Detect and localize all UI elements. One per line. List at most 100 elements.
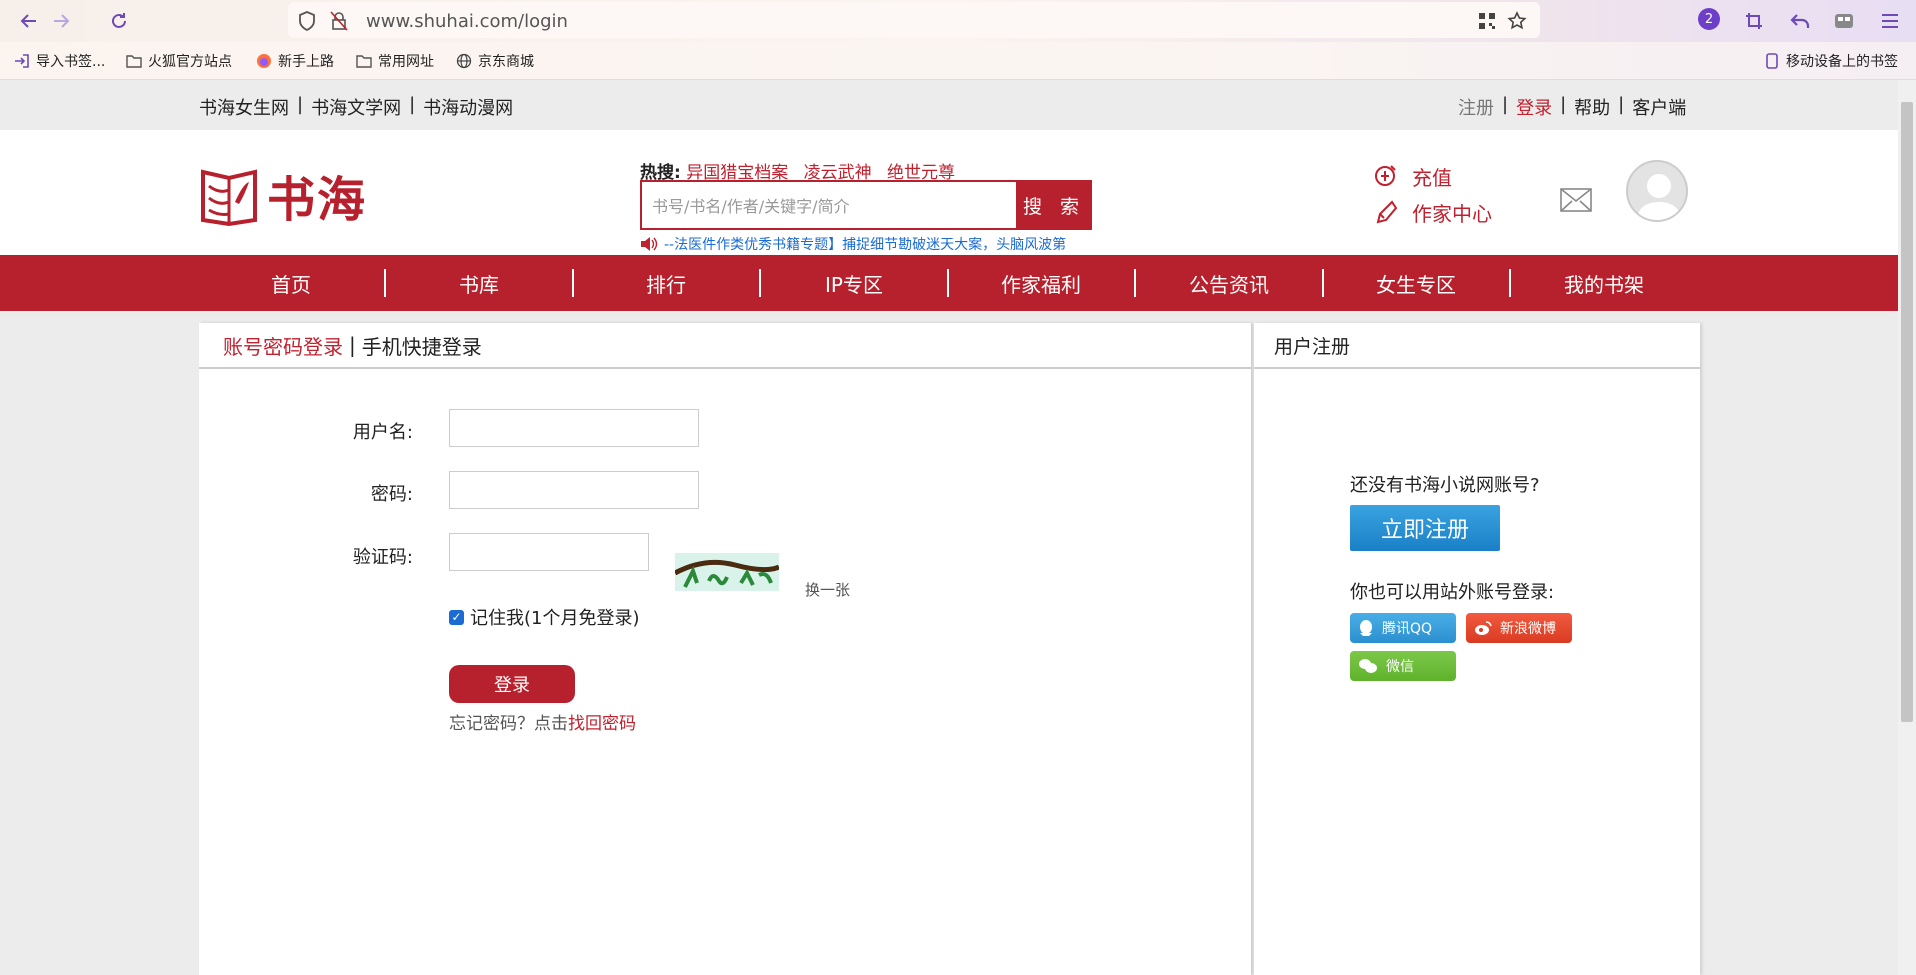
- username-input[interactable]: [449, 409, 699, 447]
- captcha-input[interactable]: [449, 533, 649, 571]
- separator: |: [297, 94, 304, 115]
- extension-badge[interactable]: 2: [1698, 8, 1720, 30]
- remember-me-checkbox[interactable]: ✓: [449, 609, 464, 625]
- register-panel: 用户注册 还没有书海小说网账号? 立即注册 你也可以用站外账号登录: 腾讯QQ …: [1254, 323, 1700, 975]
- tab-password-login[interactable]: 账号密码登录: [223, 331, 343, 360]
- password-input[interactable]: [449, 471, 699, 509]
- username-label: 用户名:: [352, 422, 413, 443]
- tab-separator: |: [349, 333, 356, 357]
- back-icon[interactable]: [14, 6, 44, 36]
- insecure-lock-icon[interactable]: [328, 10, 350, 32]
- avatar[interactable]: [1626, 160, 1688, 222]
- nav-female-zone[interactable]: 女生专区: [1322, 255, 1510, 311]
- site-logo[interactable]: 书海: [199, 160, 367, 230]
- mobile-bookmarks[interactable]: 移动设备上的书签: [1764, 50, 1898, 72]
- nav-library[interactable]: 书库: [385, 255, 573, 311]
- sister-site-links: 书海女生网 | 书海文学网 | 书海动漫网: [199, 94, 513, 120]
- login-panel: 账号密码登录 | 手机快捷登录 用户名: 密码: 验证码: 换一张 ✓ 记住我(…: [199, 323, 1251, 975]
- bookmark-common-sites[interactable]: 常用网址: [356, 50, 434, 72]
- book-logo-icon: [201, 169, 257, 226]
- weibo-icon: [1475, 621, 1492, 635]
- site-header: 书海 热搜: 异国猎宝档案 凌云武神 绝世元尊 书号/书名/作者/关键字/简介 …: [0, 130, 1898, 255]
- qr-code-icon[interactable]: [1476, 10, 1498, 32]
- separator: |: [1560, 94, 1567, 115]
- nav-author-welfare[interactable]: 作家福利: [947, 255, 1135, 311]
- speaker-icon: [641, 237, 658, 251]
- folder-icon: [356, 53, 372, 69]
- separator: |: [1502, 94, 1509, 115]
- register-title: 用户注册: [1254, 323, 1700, 369]
- notice-ticker[interactable]: --法医件作类优秀书籍专题】捕捉细节勘破迷天大案，头脑风波第: [640, 234, 1066, 254]
- notice-text: --法医件作类优秀书籍专题】捕捉细节勘破迷天大案，头脑风波第: [664, 237, 1067, 253]
- link-comic-site[interactable]: 书海动漫网: [423, 94, 513, 120]
- link-literature-site[interactable]: 书海文学网: [311, 94, 401, 120]
- search-input[interactable]: 书号/书名/作者/关键字/简介: [640, 180, 1016, 230]
- firefox-icon: [256, 53, 272, 69]
- site-topbar: 书海女生网 | 书海文学网 | 书海动漫网 注册 | 登录 | 帮助 | 客户端: [0, 80, 1898, 130]
- undo-icon[interactable]: [1786, 7, 1814, 35]
- address-bar[interactable]: www.shuhai.com/login: [288, 2, 1540, 38]
- remember-me[interactable]: ✓ 记住我(1个月免登录): [449, 604, 640, 630]
- separator: |: [1618, 94, 1625, 115]
- shield-icon[interactable]: [296, 10, 318, 32]
- scrollbar-thumb[interactable]: [1901, 102, 1913, 722]
- link-female-site[interactable]: 书海女生网: [199, 94, 289, 120]
- nav-ip-zone[interactable]: IP专区: [760, 255, 948, 311]
- swap-captcha-link[interactable]: 换一张: [805, 579, 850, 600]
- tab-phone-login[interactable]: 手机快捷登录: [362, 331, 482, 360]
- crop-icon[interactable]: [1740, 7, 1768, 35]
- bookmark-jd[interactable]: 京东商城: [456, 50, 534, 72]
- recover-password-link[interactable]: 找回密码: [568, 714, 636, 734]
- search-button[interactable]: 搜 索: [1016, 180, 1092, 230]
- login-button[interactable]: 登录: [449, 665, 575, 703]
- bookmark-getting-started[interactable]: 新手上路: [256, 50, 334, 72]
- bookmark-firefox-official[interactable]: 火狐官方站点: [126, 50, 232, 72]
- recharge-link[interactable]: 充值: [1374, 158, 1492, 194]
- folder-icon: [126, 53, 142, 69]
- menu-icon[interactable]: [1876, 7, 1904, 35]
- wechat-icon: [1359, 659, 1377, 673]
- bookmark-import[interactable]: 导入书签...: [14, 50, 105, 72]
- help-link[interactable]: 帮助: [1574, 94, 1610, 120]
- page-scrollbar[interactable]: [1898, 80, 1916, 975]
- nav-ranking[interactable]: 排行: [572, 255, 760, 311]
- login-link[interactable]: 登录: [1516, 94, 1552, 120]
- reader-view-icon[interactable]: [1830, 7, 1858, 35]
- globe-icon: [456, 53, 472, 69]
- wechat-label: 微信: [1386, 659, 1414, 675]
- captcha-label: 验证码:: [352, 547, 413, 568]
- qq-icon: [1360, 620, 1372, 636]
- separator: |: [409, 94, 416, 115]
- logo-text: 书海: [267, 172, 368, 228]
- nav-home[interactable]: 首页: [197, 255, 385, 311]
- register-link[interactable]: 注册: [1458, 94, 1494, 120]
- forgot-prefix: 忘记密码？点击: [449, 714, 568, 734]
- main-nav: 首页 书库 排行 IP专区 作家福利 公告资讯 女生专区 我的书架: [0, 255, 1898, 311]
- bookmark-label: 京东商城: [478, 54, 534, 70]
- client-link[interactable]: 客户端: [1632, 94, 1686, 120]
- reload-icon[interactable]: [104, 6, 134, 36]
- forgot-password: 忘记密码？点击找回密码: [449, 709, 636, 734]
- qq-label: 腾讯QQ: [1382, 621, 1433, 637]
- nav-my-bookshelf[interactable]: 我的书架: [1510, 255, 1698, 311]
- quill-icon: [1376, 200, 1398, 224]
- bookmark-star-icon[interactable]: [1506, 10, 1528, 32]
- register-now-button[interactable]: 立即注册: [1350, 505, 1500, 551]
- weibo-login-button[interactable]: 新浪微博: [1466, 613, 1572, 643]
- captcha-image[interactable]: [675, 553, 779, 591]
- page-content: 书海女生网 | 书海文学网 | 书海动漫网 注册 | 登录 | 帮助 | 客户端…: [0, 80, 1898, 975]
- author-center-link[interactable]: 作家中心: [1374, 194, 1492, 230]
- nav-announcements[interactable]: 公告资讯: [1135, 255, 1323, 311]
- browser-toolbar: www.shuhai.com/login 2: [0, 0, 1916, 42]
- wechat-login-button[interactable]: 微信: [1350, 651, 1456, 681]
- bookmark-label: 导入书签...: [36, 54, 106, 70]
- bookmark-label: 移动设备上的书签: [1786, 54, 1898, 70]
- search-placeholder: 书号/书名/作者/关键字/简介: [652, 197, 850, 216]
- forward-icon[interactable]: [46, 6, 76, 36]
- mobile-device-icon: [1764, 53, 1780, 69]
- qq-login-button[interactable]: 腾讯QQ: [1350, 613, 1456, 643]
- other-login-text: 你也可以用站外账号登录:: [1350, 582, 1555, 603]
- recharge-label: 充值: [1412, 165, 1452, 190]
- mail-icon[interactable]: [1560, 188, 1592, 216]
- password-label: 密码:: [370, 484, 413, 505]
